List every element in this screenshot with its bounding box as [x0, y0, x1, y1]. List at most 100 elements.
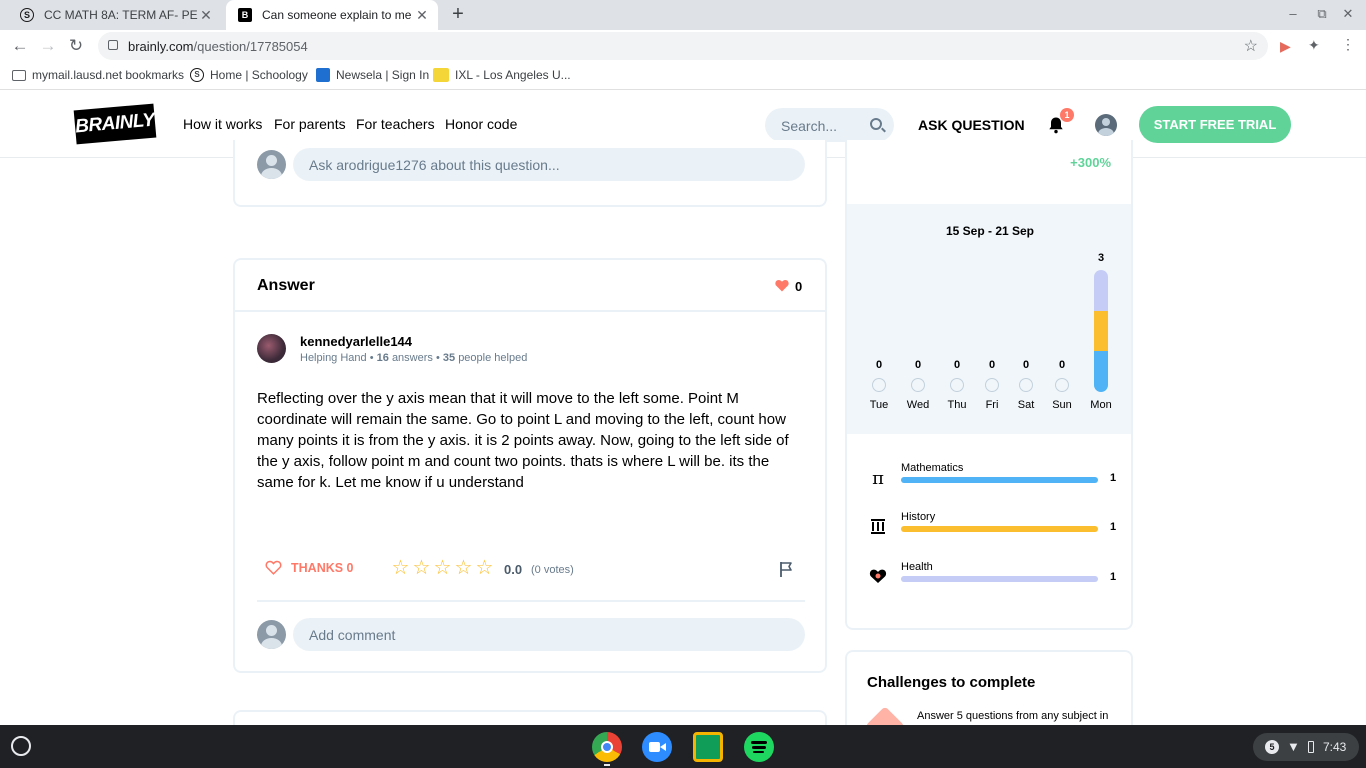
rating-stars[interactable]: ☆ ☆ ☆ ☆ ☆: [390, 558, 495, 578]
user-avatar: [257, 150, 286, 179]
subject-health: Health 1: [865, 561, 1116, 601]
subject-mathematics: π Mathematics 1: [865, 462, 1116, 502]
nav-for-teachers[interactable]: For teachers: [356, 116, 435, 132]
stats-panel: +300% 15 Sep - 21 Sep 0 Tue 0 Wed 0 Thu 0 Fri 0 S…: [845, 140, 1133, 630]
star-icon[interactable]: ☆: [474, 558, 495, 578]
reload-icon[interactable]: ↻: [66, 36, 86, 56]
new-tab-button[interactable]: +: [447, 4, 469, 26]
zoom-app-icon[interactable]: [642, 732, 672, 762]
thanks-button[interactable]: THANKS 0: [265, 560, 354, 575]
chart-date-range: 15 Sep - 21 Sep: [945, 224, 1035, 238]
brainly-logo[interactable]: BRAINLY: [73, 103, 157, 145]
address-bar[interactable]: brainly.com/question/17785054 ☆: [98, 32, 1268, 60]
subject-progress-fill: [901, 526, 1098, 532]
extensions-puzzle-icon[interactable]: ✦: [1308, 37, 1320, 54]
launcher-icon[interactable]: [11, 736, 31, 756]
votes-count: (0 votes): [531, 564, 574, 576]
day-value: 0: [988, 359, 996, 371]
subject-progress-track: [901, 576, 1098, 582]
day-value: 3: [1097, 252, 1105, 264]
nav-how-it-works[interactable]: How it works: [183, 116, 262, 132]
empty-day-dot: [872, 378, 886, 392]
subject-name: History: [901, 511, 936, 523]
star-icon[interactable]: ☆: [453, 558, 474, 578]
ixl-icon: [433, 68, 449, 82]
day-value: 0: [875, 359, 883, 371]
flag-icon[interactable]: [778, 560, 794, 578]
chrome-menu-icon[interactable]: ⋮: [1341, 36, 1355, 53]
answer-body: Reflecting over the y axis mean that it …: [257, 390, 789, 491]
answers-label: answers: [391, 352, 433, 364]
svg-text:π: π: [872, 468, 884, 486]
bookmark-schoology[interactable]: S Home | Schoology: [190, 68, 308, 82]
empty-day-dot: [911, 378, 925, 392]
start-free-trial-button[interactable]: START FREE TRIAL: [1139, 106, 1291, 143]
window-close-icon[interactable]: ✕: [1338, 6, 1358, 22]
author-meta: Helping Hand • 16 answers • 35 people he…: [300, 352, 528, 364]
bookmark-star-icon[interactable]: ☆: [1244, 36, 1258, 56]
subject-name: Mathematics: [901, 462, 964, 474]
day-bar: [1094, 270, 1108, 392]
bookmark-label: mymail.lausd.net bookmarks: [32, 68, 185, 82]
bookmark-folder[interactable]: mymail.lausd.net bookmarks: [12, 68, 184, 82]
back-icon[interactable]: ←: [10, 36, 30, 56]
newsela-icon: [316, 68, 330, 82]
restore-icon[interactable]: ⧉: [1312, 6, 1332, 22]
browser-toolbar: ← → ↻ brainly.com/question/17785054 ☆: [0, 30, 1366, 62]
chrome-app-icon[interactable]: [592, 732, 622, 762]
author-avatar[interactable]: [257, 334, 286, 363]
schoology-icon: S: [190, 68, 204, 82]
bookmark-ixl[interactable]: IXL - Los Angeles U...: [433, 68, 571, 82]
empty-day-dot: [985, 378, 999, 392]
tab-strip: S CC MATH 8A: TERM AF- PERIOD ✕ B Can so…: [0, 0, 1366, 30]
day-value: 0: [1058, 359, 1066, 371]
day-label: Wed: [906, 399, 930, 411]
day-label: Thu: [947, 399, 967, 411]
heart-icon: [869, 569, 887, 583]
subject-progress-track: [901, 526, 1098, 532]
classroom-app-icon[interactable]: [693, 732, 723, 762]
divider: [257, 600, 805, 602]
day-label: Sat: [1017, 399, 1035, 411]
subject-progress-track: [901, 477, 1098, 483]
star-icon[interactable]: ☆: [432, 558, 453, 578]
profile-avatar[interactable]: [1095, 114, 1117, 136]
column-icon: [871, 519, 885, 534]
lock-icon: [108, 40, 118, 50]
star-icon[interactable]: ☆: [411, 558, 432, 578]
search-input[interactable]: Search...: [765, 108, 894, 142]
challenge-description: Answer 5 questions from any subject in: [917, 710, 1109, 722]
author-name[interactable]: kennedyarlelle144: [300, 334, 412, 349]
add-comment-input[interactable]: Add comment: [293, 618, 805, 651]
brainly-favicon-icon: B: [238, 8, 252, 22]
day-value: 0: [953, 359, 961, 371]
ask-question-button[interactable]: ASK QUESTION: [918, 117, 1025, 133]
spotify-app-icon[interactable]: [744, 732, 774, 762]
screencast-extension-icon[interactable]: ▶: [1280, 38, 1291, 55]
nav-honor-code[interactable]: Honor code: [445, 116, 517, 132]
tab-close-icon[interactable]: ✕: [414, 7, 430, 24]
bar-segment: [1094, 270, 1108, 311]
tab-close-icon[interactable]: ✕: [198, 7, 214, 24]
tab-cc-math[interactable]: S CC MATH 8A: TERM AF- PERIOD ✕: [8, 0, 222, 30]
minimize-icon[interactable]: –: [1283, 6, 1303, 21]
star-icon[interactable]: ☆: [390, 558, 411, 578]
rating-value: 0.0: [504, 562, 523, 577]
empty-day-dot: [1055, 378, 1069, 392]
author-helped-count: 35: [442, 352, 456, 364]
growth-percent: +300%: [1070, 155, 1111, 170]
day-label: Tue: [869, 399, 889, 411]
search-icon[interactable]: [870, 118, 882, 130]
os-shelf: 5 ▼ 7:43: [0, 725, 1366, 768]
weekly-chart: 15 Sep - 21 Sep 0 Tue 0 Wed 0 Thu 0 Fri 0 Sat 0 Sun…: [847, 204, 1131, 434]
tab-brainly[interactable]: B Can someone explain to me wha ✕: [226, 0, 438, 30]
bookmark-newsela[interactable]: Newsela | Sign In: [316, 68, 429, 82]
forward-icon[interactable]: →: [38, 36, 58, 56]
question-comment-input[interactable]: Ask arodrigue1276 about this question...: [293, 148, 805, 181]
author-answers-count: 16: [376, 352, 389, 364]
nav-for-parents[interactable]: For parents: [274, 116, 346, 132]
heart-icon[interactable]: [775, 279, 789, 292]
answer-likes-count: 0: [795, 279, 803, 294]
answer-card: Answer 0 kennedyarlelle144 Helping Hand …: [233, 258, 827, 673]
status-tray[interactable]: 5 ▼ 7:43: [1253, 733, 1359, 761]
